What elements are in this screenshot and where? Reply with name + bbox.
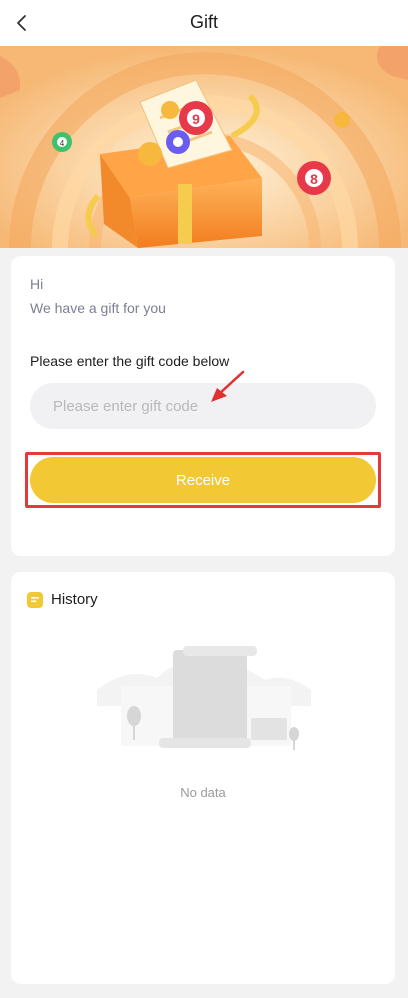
gift-banner: 4 9 8 (0, 46, 408, 248)
top-navigation-bar: Gift (0, 0, 408, 46)
gift-code-input[interactable] (30, 383, 376, 429)
greeting-text: Hi (30, 276, 44, 292)
svg-text:9: 9 (192, 111, 200, 127)
history-title: History (51, 591, 98, 608)
receive-button[interactable]: Receive (30, 457, 376, 503)
svg-text:4: 4 (60, 139, 65, 148)
gift-code-label: Please enter the gift code below (30, 353, 230, 369)
gift-message: We have a gift for you (30, 300, 166, 316)
empty-state-illustration (97, 646, 311, 750)
page-title: Gift (189, 12, 218, 32)
history-card: History No data (11, 572, 395, 984)
history-icon (27, 592, 43, 608)
gift-code-card: Hi We have a gift for you Please enter t… (11, 256, 395, 556)
gift-box-illustration: 4 9 8 (0, 46, 408, 248)
empty-state-text: No data (180, 785, 226, 800)
svg-text:8: 8 (310, 171, 318, 187)
